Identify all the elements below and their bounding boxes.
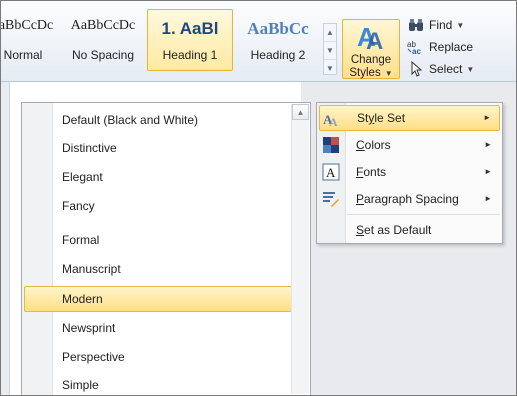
style-name: Heading 1 [162,48,218,62]
style-set-item-newsprint[interactable]: Newsprint [24,315,292,341]
document-margin [1,82,9,395]
style-set-item-manuscript[interactable]: Manuscript [24,256,292,282]
change-styles-menu: A A Style Set ► Colors ► A Fonts ► Parag… [316,102,503,244]
style-heading-1[interactable]: 1. AaBl Heading 1 [147,9,233,71]
select-label: Select [429,62,463,76]
style-heading-2[interactable]: AaBbCc Heading 2 [237,9,319,71]
svg-text:A: A [329,115,338,128]
menu-item-label: Set as Default [356,223,432,237]
style-normal[interactable]: AaBbCcDc Normal [1,9,57,71]
replace-label: Replace [429,40,474,54]
fonts-icon: A [322,163,340,181]
paragraph-spacing-icon [323,192,339,207]
ribbon-home-tab: AaBbCcDc Normal AaBbCcDc No Spacing 1. A… [1,1,516,82]
menu-item-paragraph-spacing[interactable]: Paragraph Spacing ► [319,186,500,212]
submenu-arrow-icon: ► [483,113,491,122]
style-preview: AaBbCcDc [70,18,136,33]
gallery-down-arrow-icon[interactable]: ▼ [324,42,336,60]
style-name: Heading 2 [250,48,306,62]
menu-item-label: Colors [356,138,391,152]
change-styles-label-2: Styles ▼ [349,67,393,79]
word-window-crop: AaBbCcDc Normal AaBbCcDc No Spacing 1. A… [0,0,517,396]
replace-icon: ab ac [407,39,425,55]
menu-item-style-set[interactable]: A A Style Set ► [319,105,500,131]
find-label: Find [429,18,453,32]
change-styles-label: Change [350,54,392,66]
svg-text:A: A [366,28,383,52]
change-styles-button[interactable]: A A Change Styles ▼ [342,19,400,79]
submenu-arrow-icon: ► [484,140,492,149]
svg-text:A: A [326,165,336,180]
binoculars-icon [407,17,425,33]
menu-item-colors[interactable]: Colors ► [319,132,500,158]
menu-separator [347,214,500,215]
menu-item-label: Fonts [356,165,387,179]
style-set-icon: A A [323,112,338,128]
replace-button[interactable]: ab ac Replace [407,37,473,57]
menu-item-fonts[interactable]: A Fonts ► [319,159,500,185]
style-set-item-perspective[interactable]: Perspective [24,344,292,370]
menu-item-label: Paragraph Spacing [356,192,459,206]
svg-text:ac: ac [412,47,421,55]
style-set-scrollbar[interactable]: ▲ [291,104,309,394]
style-name: Normal [3,48,43,62]
menu-item-set-as-default[interactable]: Set as Default [319,217,500,243]
styles-gallery-scrollbar: ▲ ▼ ▼ [323,23,337,75]
style-preview: AaBbCcDc [1,18,54,33]
select-button[interactable]: Select ▼ [407,59,474,79]
style-set-item-formal[interactable]: Formal [24,227,292,253]
submenu-arrow-icon: ► [484,167,492,176]
change-styles-icon: A A [357,22,383,52]
style-set-item-modern[interactable]: Modern [24,286,292,312]
style-set-item-fancy[interactable]: Fancy [24,193,292,219]
scroll-up-arrow-icon[interactable]: ▲ [292,104,309,120]
style-preview: AaBbCc [247,19,309,38]
style-no-spacing[interactable]: AaBbCcDc No Spacing [61,9,145,71]
style-name: No Spacing [71,48,135,62]
menu-item-label: Style Set [357,111,406,125]
gallery-more-arrow-icon[interactable]: ▼ [324,60,336,77]
style-set-item-distinctive[interactable]: Distinctive [24,135,292,161]
style-set-item-simple[interactable]: Simple [24,372,292,395]
cursor-icon [407,61,425,77]
gallery-up-arrow-icon[interactable]: ▲ [324,24,336,42]
style-set-item-default[interactable]: Default (Black and White) [24,107,292,133]
style-set-menu: Default (Black and White) Distinctive El… [21,102,311,395]
style-set-item-elegant[interactable]: Elegant [24,164,292,190]
colors-icon [323,137,339,153]
find-button[interactable]: Find ▼ [407,15,464,35]
style-preview: 1. AaBl [161,19,219,38]
submenu-arrow-icon: ► [484,194,492,203]
